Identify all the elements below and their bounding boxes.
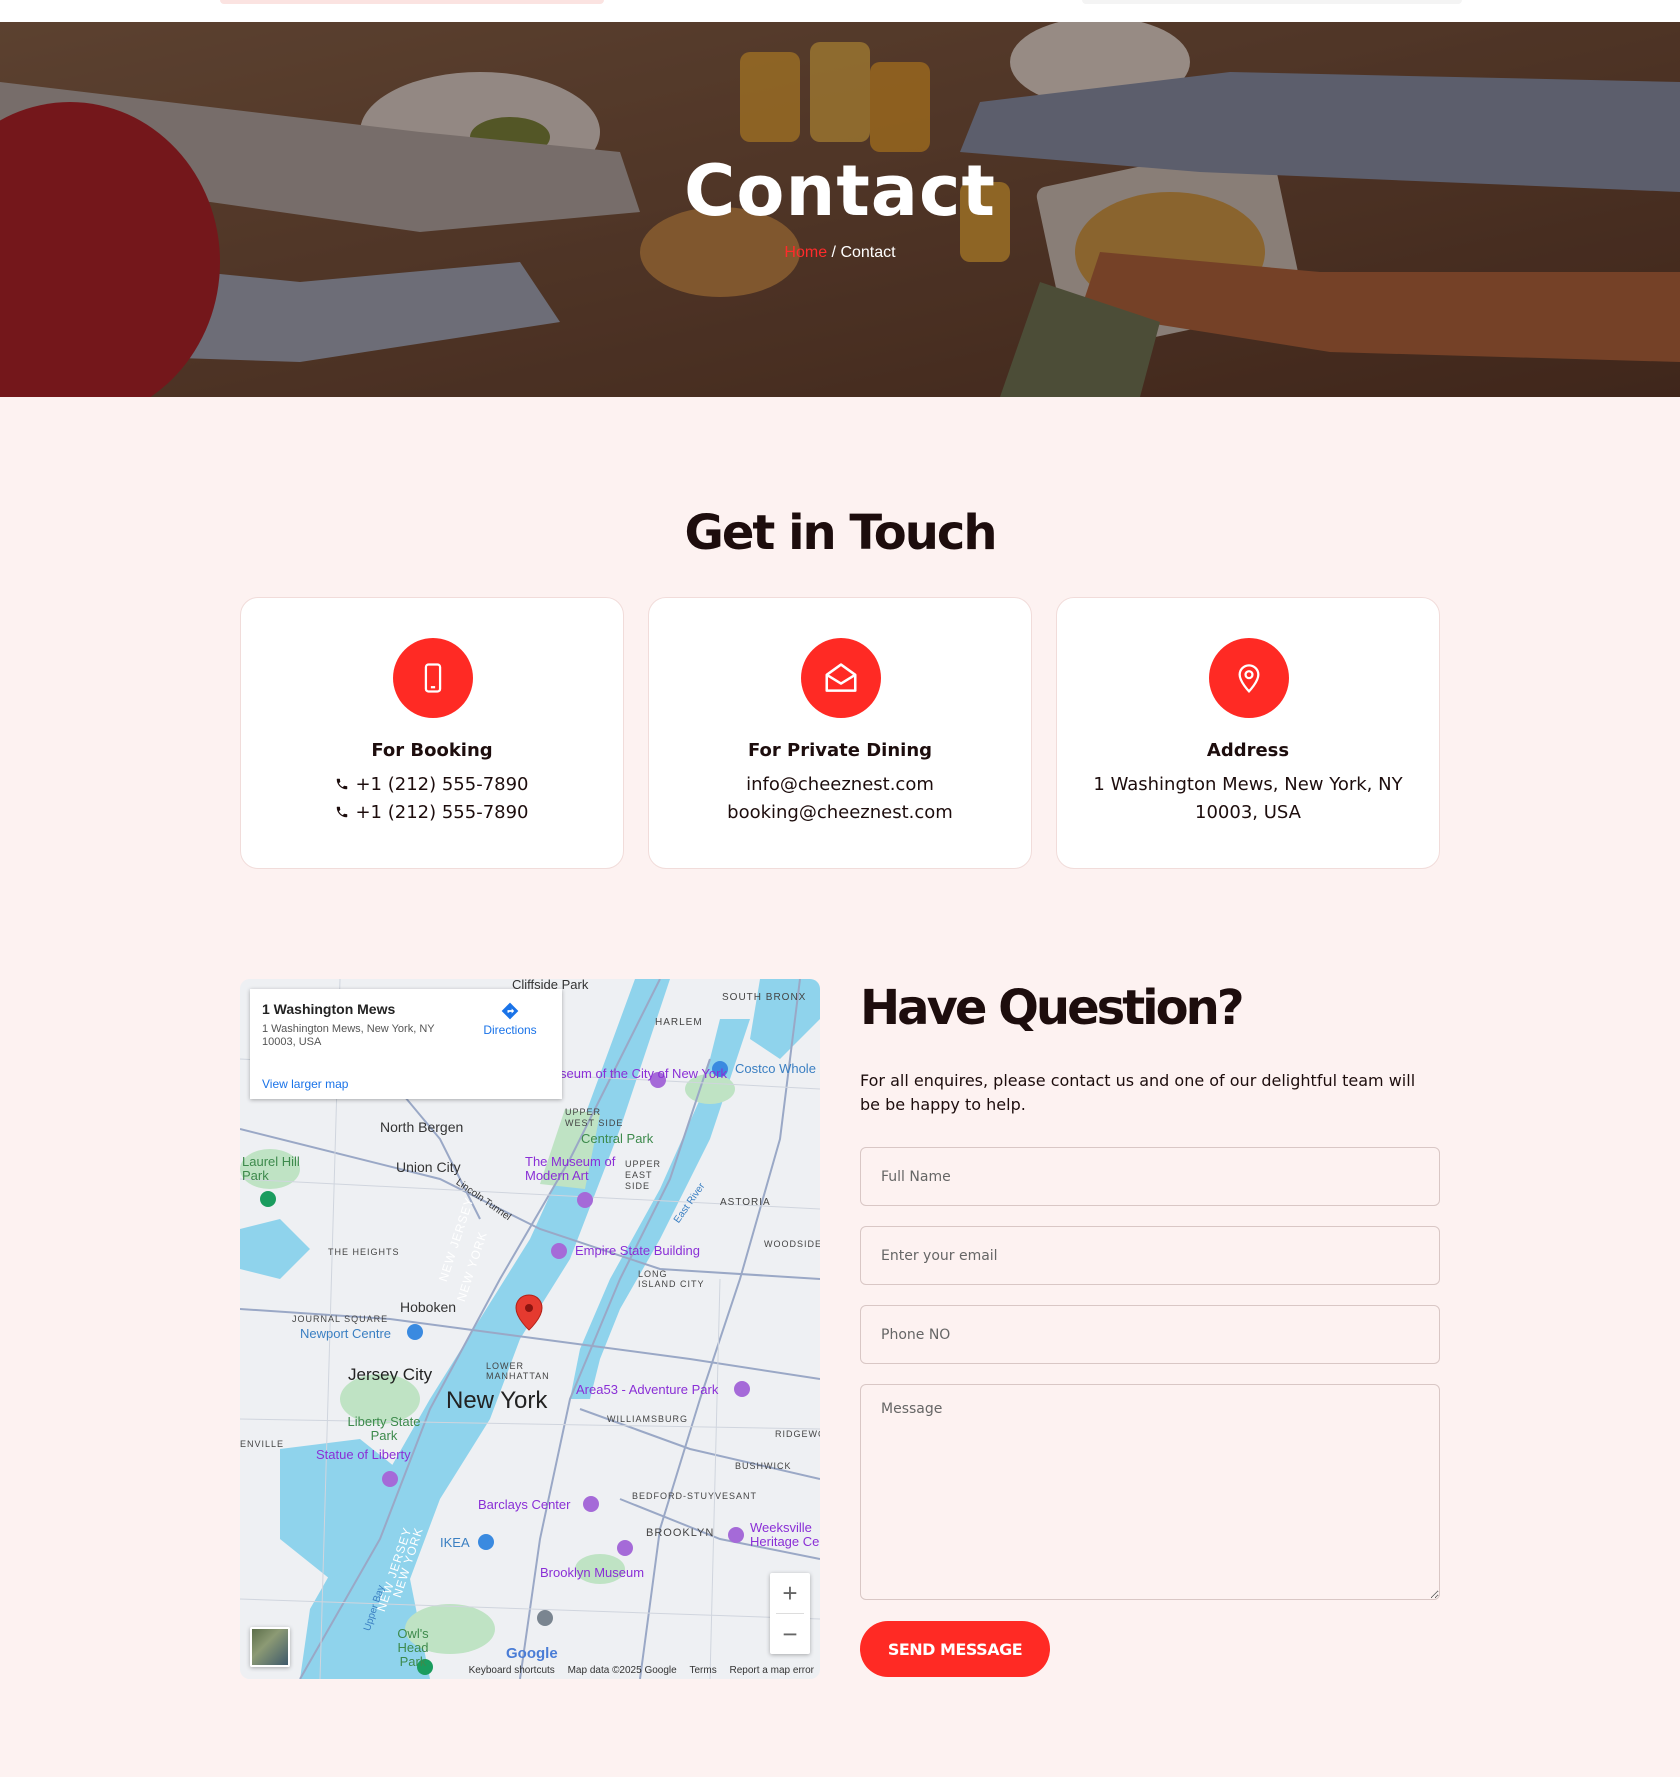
map-label: UPPER WEST SIDE — [565, 1107, 624, 1128]
private-dining-card: For Private Dining info@cheeznest.com bo… — [648, 597, 1032, 869]
map-label: RIDGEWO — [775, 1429, 820, 1439]
booking-phone-2[interactable]: +1 (212) 555-7890 — [241, 799, 623, 827]
map-terms-link[interactable]: Terms — [690, 1665, 717, 1676]
map-place-address: 1 Washington Mews, New York, NY 10003, U… — [262, 1023, 435, 1048]
map-poi-label: Barclays Center — [478, 1497, 571, 1512]
map-label: SOUTH BRONX — [722, 992, 807, 1003]
map-place-title: 1 Washington Mews — [262, 1001, 396, 1017]
map-label: Central Park — [581, 1131, 654, 1146]
zoom-out-button[interactable]: − — [770, 1614, 810, 1654]
map-poi-label: Costco Whole — [735, 1061, 816, 1076]
map-label: WILLIAMSBURG — [607, 1414, 689, 1424]
map-attribution: Keyboard shortcuts Map data ©2025 Google… — [240, 1663, 820, 1679]
map-poi-label: Weeksville Heritage Ce — [750, 1520, 820, 1549]
zoom-in-button[interactable]: + — [770, 1573, 810, 1613]
directions-icon — [501, 1002, 519, 1020]
map-label: LOWER MANHATTAN — [486, 1361, 550, 1381]
full-name-field[interactable] — [860, 1147, 1440, 1206]
header-decoration — [220, 0, 604, 4]
map-label: North Bergen — [380, 1119, 464, 1135]
map-place-card: 1 Washington Mews 1 Washington Mews, New… — [250, 989, 562, 1099]
satellite-toggle-button[interactable] — [250, 1627, 290, 1667]
google-logo: Google — [506, 1645, 558, 1662]
view-larger-map-link[interactable]: View larger map — [262, 1077, 348, 1091]
map-label: Laurel Hill Park — [242, 1154, 300, 1183]
map-label: HARLEM — [655, 1017, 703, 1028]
keyboard-shortcuts-link[interactable]: Keyboard shortcuts — [469, 1665, 555, 1676]
address-card-title: Address — [1206, 740, 1290, 761]
booking-email-link[interactable]: booking@cheeznest.com — [649, 799, 1031, 827]
map-poi-label: Empire State Building — [575, 1243, 701, 1258]
map-label: Liberty State Park — [347, 1414, 421, 1443]
envelope-icon — [801, 638, 881, 718]
map-directions-button[interactable]: Directions — [470, 997, 550, 1037]
booking-phone-1[interactable]: +1 (212) 555-7890 — [241, 771, 623, 799]
map-pin-icon — [1209, 638, 1289, 718]
map-label: UPPER EAST SIDE — [625, 1159, 662, 1191]
map-label: ASTORIA — [720, 1197, 771, 1208]
info-email-link[interactable]: info@cheeznest.com — [649, 771, 1031, 799]
map-label: WOODSIDE — [764, 1239, 820, 1249]
send-message-button[interactable]: SEND MESSAGE — [860, 1621, 1050, 1677]
get-in-touch-heading: Get in Touch — [684, 505, 997, 561]
map-poi-label: Newport Centre — [300, 1326, 392, 1341]
booking-card-title: For Booking — [371, 740, 493, 761]
form-description: For all enquires, please contact us and … — [860, 1071, 1416, 1114]
address-card: Address 1 Washington Mews, New York, NY … — [1056, 597, 1440, 869]
map-label: THE HEIGHTS — [328, 1247, 400, 1257]
report-map-error-link[interactable]: Report a map error — [730, 1665, 814, 1676]
email-field[interactable] — [860, 1226, 1440, 1285]
address-line-2: 10003, USA — [1195, 802, 1301, 823]
map-label: Hoboken — [400, 1299, 457, 1315]
phone-icon — [337, 778, 348, 790]
map-label: JOURNAL SQUARE — [292, 1314, 389, 1324]
hero-banner: Contact Home / Contact — [0, 22, 1680, 397]
booking-card: For Booking +1 (212) 555-7890 +1 (212) 5… — [240, 597, 624, 869]
map-label: Union City — [396, 1159, 461, 1175]
phone-field[interactable] — [860, 1305, 1440, 1364]
map-label: BROOKLYN — [646, 1527, 715, 1539]
map-poi-label: IKEA — [440, 1535, 470, 1550]
map-label: Jersey City — [348, 1365, 433, 1384]
breadcrumb-separator: / — [827, 244, 841, 261]
message-field[interactable] — [860, 1384, 1440, 1600]
breadcrumb-home-link[interactable]: Home — [784, 244, 827, 261]
phone-icon — [337, 806, 348, 818]
private-dining-card-title: For Private Dining — [747, 740, 933, 761]
map-label: New York — [446, 1387, 548, 1414]
address-line-1: 1 Washington Mews, New York, NY — [1093, 774, 1403, 795]
map-poi-label: Statue of Liberty — [316, 1447, 411, 1462]
map-poi-label: Brooklyn Museum — [540, 1565, 645, 1580]
mobile-phone-icon — [393, 638, 473, 718]
map-data-text: Map data ©2025 Google — [567, 1665, 677, 1676]
map-zoom-controls: + − — [770, 1573, 810, 1654]
map-label: ENVILLE — [240, 1439, 285, 1449]
map-label: BEDFORD-STUYVESANT — [632, 1491, 758, 1501]
map-poi-label: Area53 - Adventure Park — [576, 1382, 719, 1397]
breadcrumb-current: Contact — [840, 244, 896, 261]
map-label: LONG ISLAND CITY — [638, 1269, 705, 1289]
page-title: Contact — [684, 150, 996, 232]
top-header-strip — [0, 0, 1680, 22]
header-decoration — [1082, 0, 1462, 4]
google-map[interactable]: Cliffside Park SOUTH BRONX HARLEM Museum… — [240, 979, 820, 1679]
breadcrumb: Home / Contact — [0, 244, 1680, 262]
have-question-heading: Have Question? — [860, 980, 1245, 1036]
map-label: BUSHWICK — [735, 1461, 792, 1471]
map-poi-label: The Museum of Modern Art — [525, 1154, 616, 1183]
